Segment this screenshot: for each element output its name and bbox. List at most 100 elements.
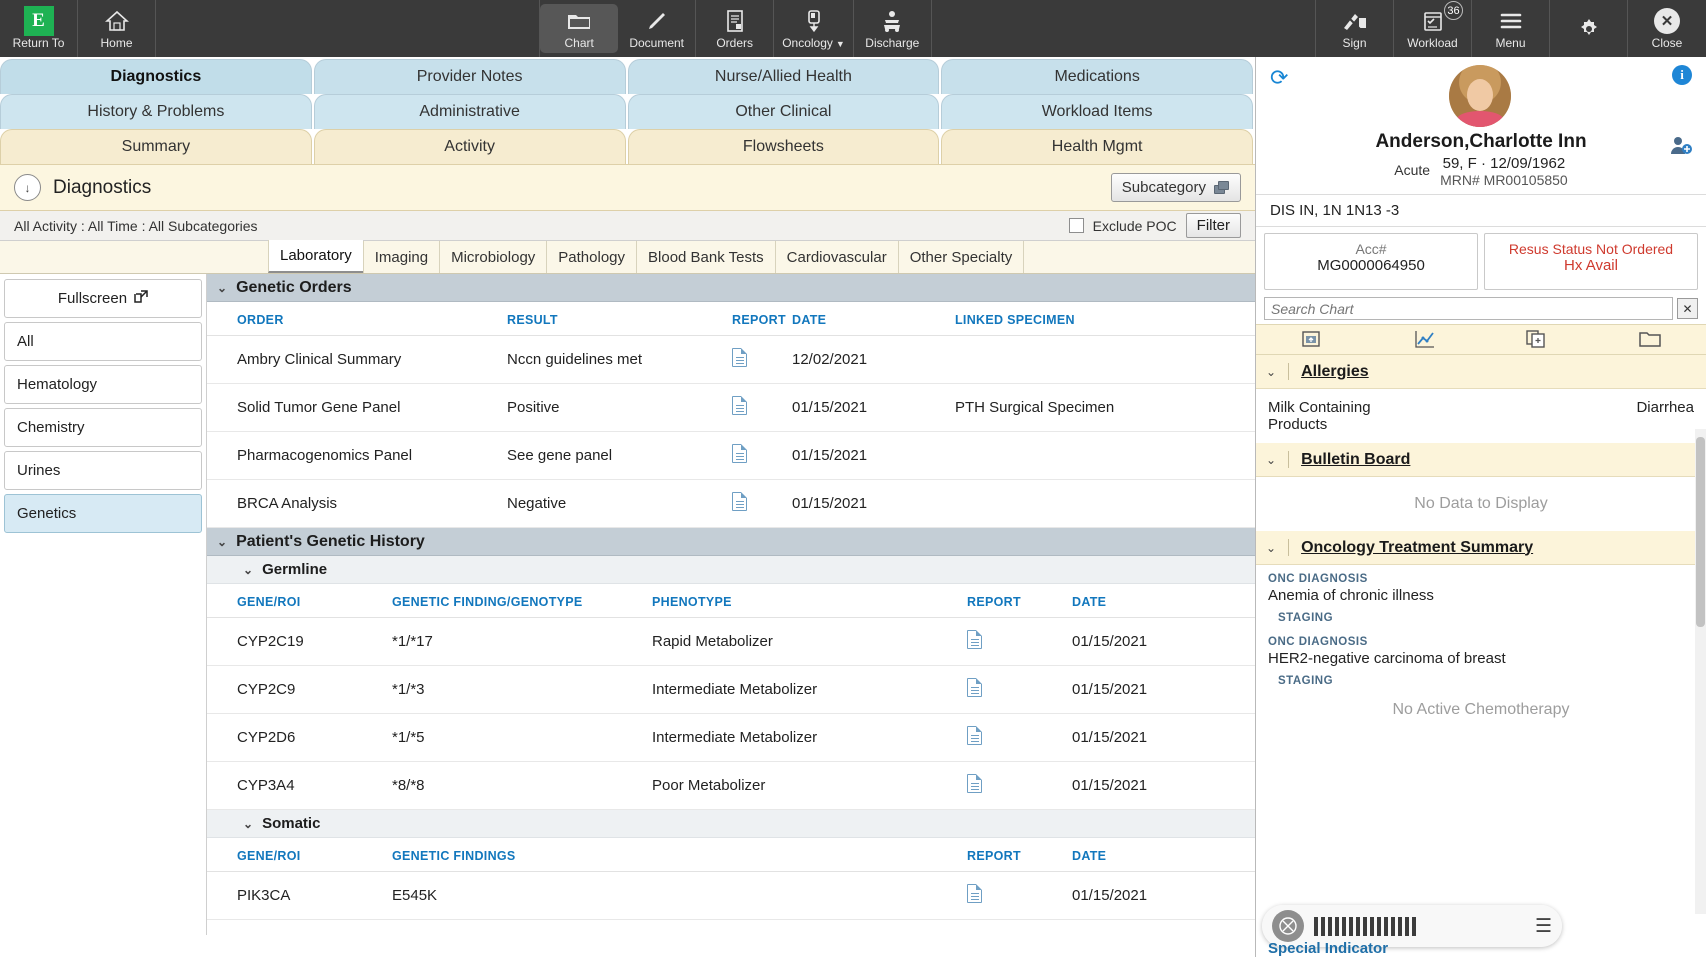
document-icon[interactable]: [967, 678, 982, 697]
subtab-cardiovascular[interactable]: Cardiovascular: [774, 241, 898, 273]
document-icon[interactable]: [967, 726, 982, 745]
subtab-pathology[interactable]: Pathology: [546, 241, 636, 273]
document-icon[interactable]: [732, 348, 747, 367]
toolbar-orders[interactable]: Orders: [696, 0, 775, 57]
subtab-laboratory[interactable]: Laboratory: [268, 240, 363, 273]
sidebar-item-urines[interactable]: Urines: [4, 451, 202, 490]
table-row[interactable]: PIK3CA E545K 01/15/2021: [207, 871, 1255, 920]
add-person-icon[interactable]: [1670, 135, 1692, 160]
toolbar-discharge[interactable]: Discharge: [854, 0, 932, 57]
search-input[interactable]: [1264, 297, 1673, 320]
table-row[interactable]: CYP2C19 *1/*17 Rapid Metabolizer 01/15/2…: [207, 617, 1255, 666]
table-row[interactable]: Pharmacogenomics Panel See gene panel 01…: [207, 431, 1255, 480]
subcategory-button[interactable]: Subcategory: [1110, 173, 1241, 202]
copy-clipboard-icon[interactable]: [1525, 329, 1549, 350]
document-icon[interactable]: [967, 884, 982, 903]
section-genetic-orders[interactable]: ⌄ Genetic Orders: [207, 274, 1255, 302]
info-icon[interactable]: i: [1672, 65, 1692, 85]
table-row[interactable]: Solid Tumor Gene Panel Positive 01/15/20…: [207, 383, 1255, 432]
right-panel-scrollbar[interactable]: [1695, 429, 1706, 914]
subtab-blood-bank-tests[interactable]: Blood Bank Tests: [636, 241, 775, 273]
fullscreen-button[interactable]: Fullscreen: [4, 279, 202, 318]
table-row[interactable]: CYP3A4 *8/*8 Poor Metabolizer 01/15/2021: [207, 761, 1255, 810]
scrollbar-thumb[interactable]: [1696, 437, 1705, 627]
upload-icon[interactable]: [1300, 329, 1324, 350]
toolbar-menu[interactable]: Menu: [1472, 0, 1550, 57]
col-report: REPORT: [967, 584, 1072, 618]
trend-chart-icon[interactable]: [1413, 329, 1437, 350]
exclude-poc-checkbox[interactable]: [1068, 218, 1084, 233]
toolbar-workload[interactable]: 36 Workload: [1394, 0, 1472, 57]
tab-other-clinical[interactable]: Other Clinical: [627, 94, 940, 129]
toolbar-sign[interactable]: Sign: [1316, 0, 1394, 57]
iv-bag-icon: [804, 8, 824, 34]
subtab-microbiology[interactable]: Microbiology: [439, 241, 546, 273]
toolbar-oncology[interactable]: Oncology ▼: [774, 0, 854, 57]
toolbar-close[interactable]: ✕ Close: [1628, 0, 1706, 57]
cell-report[interactable]: [732, 383, 792, 432]
cell-report[interactable]: [732, 479, 792, 528]
list-item[interactable]: Milk Containing Products Diarrhea: [1268, 399, 1694, 433]
table-row[interactable]: BRCA Analysis Negative 01/15/2021: [207, 479, 1255, 528]
tab-summary[interactable]: Summary: [0, 129, 312, 164]
tab-medications[interactable]: Medications: [941, 59, 1253, 94]
document-icon[interactable]: [732, 444, 747, 463]
section-patients-genetic-history[interactable]: ⌄ Patient's Genetic History: [207, 528, 1255, 556]
subtab-imaging[interactable]: Imaging: [362, 241, 439, 273]
subtab-other-specialty[interactable]: Other Specialty: [897, 241, 1025, 273]
document-icon[interactable]: [732, 492, 747, 511]
table-row[interactable]: Ambry Clinical Summary Nccn guidelines m…: [207, 335, 1255, 384]
tab-flowsheets[interactable]: Flowsheets: [627, 129, 940, 164]
sidebar-item-chemistry[interactable]: Chemistry: [4, 408, 202, 447]
tab-history-problems[interactable]: History & Problems: [0, 94, 312, 129]
toolbar-document[interactable]: Document: [618, 0, 697, 57]
toolbar-return-to[interactable]: E Return To: [0, 0, 78, 57]
sidebar-item-genetics[interactable]: Genetics: [4, 494, 202, 533]
tab-health-mgmt[interactable]: Health Mgmt: [941, 129, 1253, 164]
tab-activity[interactable]: Activity: [313, 129, 626, 164]
tab-nurse-allied-health[interactable]: Nurse/Allied Health: [627, 59, 940, 94]
toolbar-chart[interactable]: Chart: [540, 4, 619, 53]
document-icon[interactable]: [967, 774, 982, 793]
section-somatic[interactable]: ⌄ Somatic: [207, 810, 1255, 838]
cell-report[interactable]: [967, 761, 1072, 810]
cell-report[interactable]: [732, 335, 792, 384]
filter-controls: Exclude POC Filter: [1068, 213, 1241, 238]
section-allergies-header[interactable]: ⌄ Allergies: [1256, 355, 1706, 389]
close-icon[interactable]: ✕: [1677, 298, 1698, 319]
cell-gene: CYP3A4: [237, 761, 392, 810]
onc-diagnosis-value: HER2-negative carcinoma of breast: [1268, 650, 1506, 667]
section-germline[interactable]: ⌄ Germline: [207, 556, 1255, 584]
account-card[interactable]: Acc# MG0000064950: [1264, 233, 1478, 290]
tab-workload-items[interactable]: Workload Items: [941, 94, 1253, 129]
table-row[interactable]: CYP2C9 *1/*3 Intermediate Metabolizer 01…: [207, 665, 1255, 714]
tab-provider-notes[interactable]: Provider Notes: [313, 59, 626, 94]
accessibility-icon[interactable]: [1272, 910, 1304, 942]
sidebar-item-all[interactable]: All: [4, 322, 202, 361]
refresh-icon[interactable]: ⟳: [1270, 65, 1288, 91]
tab-administrative[interactable]: Administrative: [313, 94, 626, 129]
toolbar-label: Return To: [12, 35, 65, 50]
toolbar-home[interactable]: Home: [78, 0, 156, 57]
document-icon[interactable]: [967, 630, 982, 649]
table-row[interactable]: CYP2D6 *1/*5 Intermediate Metabolizer 01…: [207, 713, 1255, 762]
section-oncology-treatment-summary-header[interactable]: ⌄ Oncology Treatment Summary: [1256, 531, 1706, 565]
toolbar-settings[interactable]: [1550, 0, 1628, 57]
collapse-arrow-icon[interactable]: ↓: [14, 174, 41, 201]
hamburger-icon[interactable]: ☰: [1535, 915, 1552, 938]
cell-finding: *1/*5: [392, 713, 652, 762]
sidebar-item-hematology[interactable]: Hematology: [4, 365, 202, 404]
resus-status-card[interactable]: Resus Status Not Ordered Hx Avail: [1484, 233, 1698, 290]
filter-button[interactable]: Filter: [1185, 213, 1241, 238]
cell-report[interactable]: [732, 431, 792, 480]
folder-icon[interactable]: [1638, 329, 1662, 350]
document-icon[interactable]: [732, 396, 747, 415]
cell-report[interactable]: [967, 871, 1072, 920]
section-bulletin-board-header[interactable]: ⌄ Bulletin Board: [1256, 443, 1706, 477]
cell-report[interactable]: [967, 665, 1072, 714]
calendar-check-icon: [1422, 8, 1444, 34]
cell-report[interactable]: [967, 713, 1072, 762]
cell-report[interactable]: [967, 617, 1072, 666]
filter-summary-text[interactable]: All Activity : All Time : All Subcategor…: [14, 218, 258, 234]
tab-diagnostics[interactable]: Diagnostics: [0, 59, 312, 94]
